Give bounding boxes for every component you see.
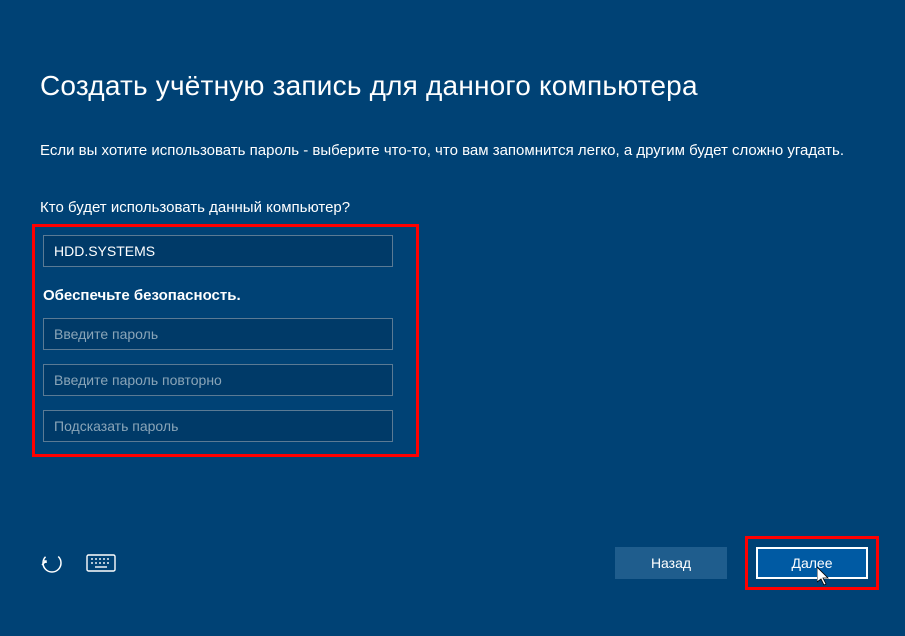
- username-section-label: Кто будет использовать данный компьютер?: [40, 199, 865, 216]
- username-input[interactable]: [43, 235, 393, 267]
- page-title: Создать учётную запись для данного компь…: [40, 70, 865, 102]
- password-confirm-input[interactable]: [43, 364, 393, 396]
- form-highlight-box: Обеспечьте безопасность.: [32, 224, 419, 457]
- password-hint-input[interactable]: [43, 410, 393, 442]
- security-section-label: Обеспечьте безопасность.: [43, 287, 408, 304]
- page-description: Если вы хотите использовать пароль - выб…: [40, 140, 860, 163]
- back-button[interactable]: Назад: [615, 547, 727, 579]
- password-input[interactable]: [43, 318, 393, 350]
- keyboard-icon[interactable]: [86, 553, 116, 573]
- next-button-highlight: Далее: [745, 536, 879, 590]
- next-button[interactable]: Далее: [756, 547, 868, 579]
- ease-of-access-icon[interactable]: [40, 551, 64, 575]
